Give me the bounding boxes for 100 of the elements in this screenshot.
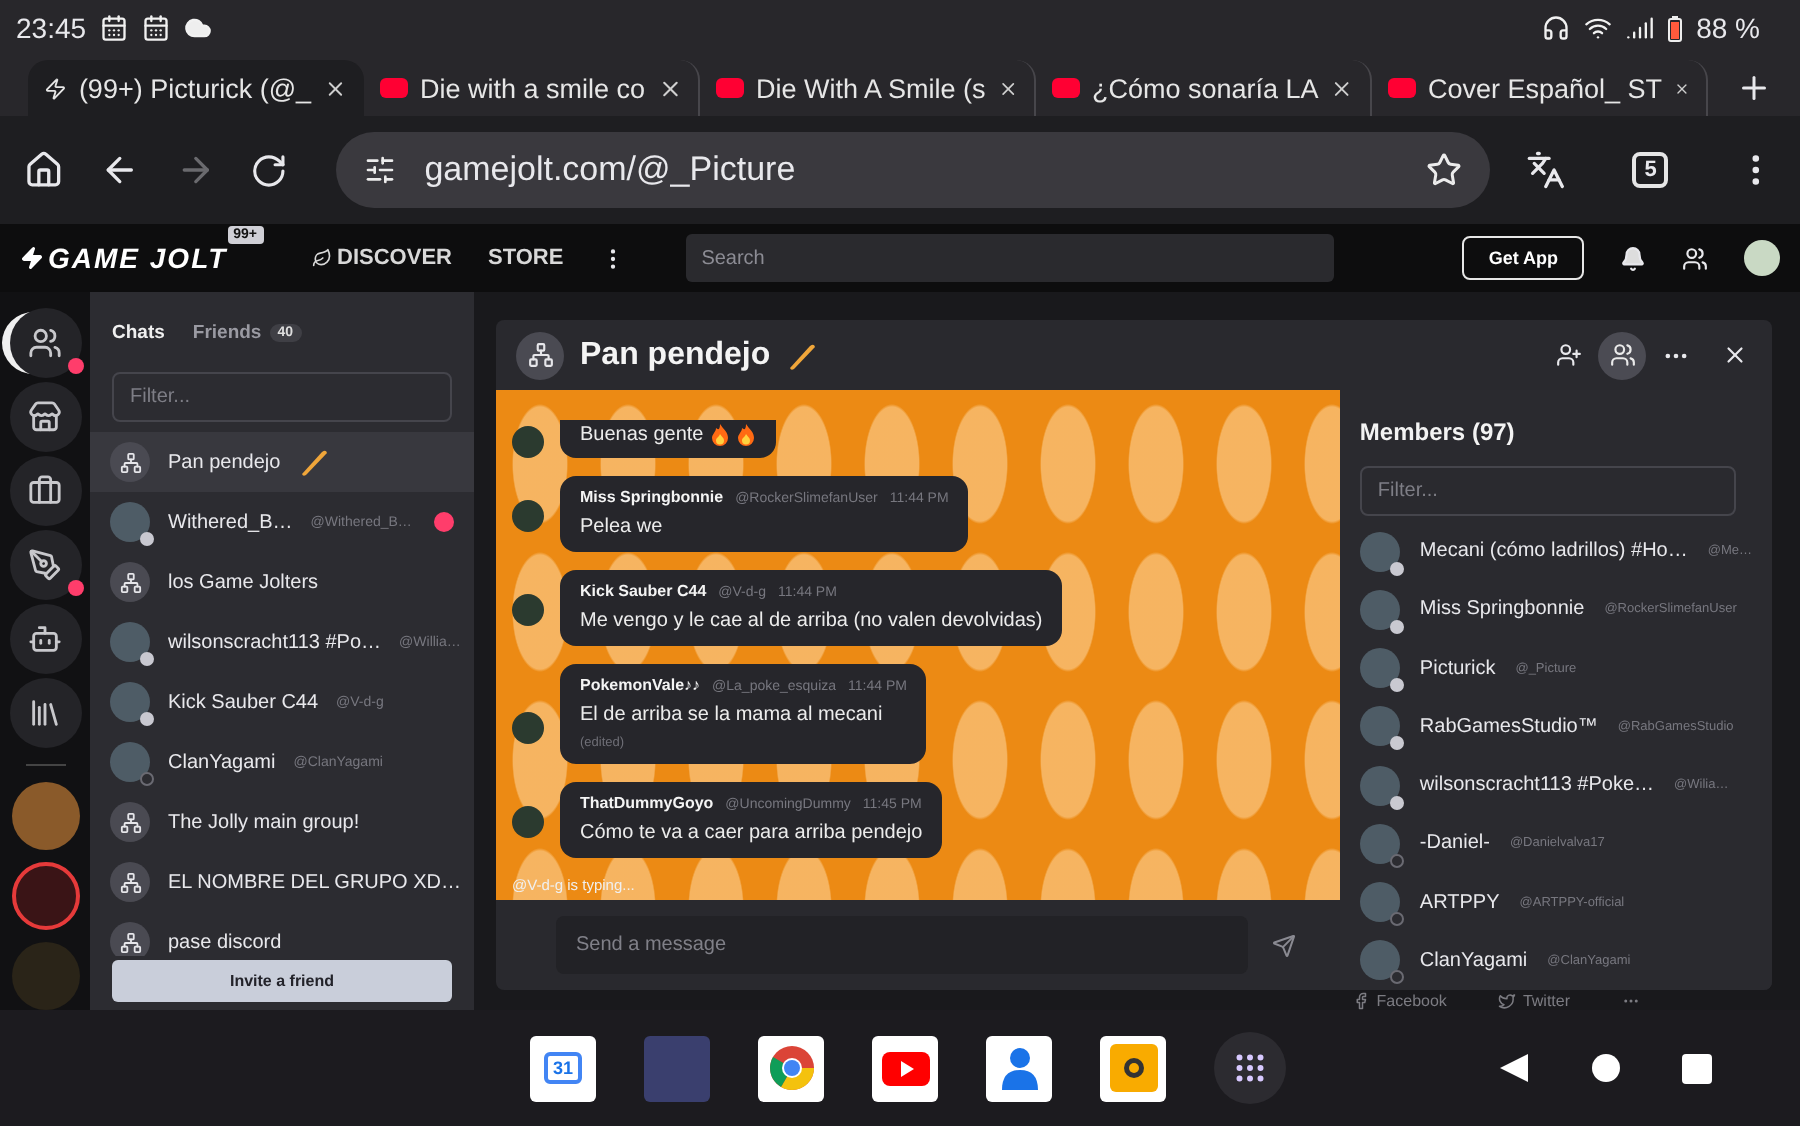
contacts-app-icon[interactable] [986,1035,1052,1101]
facebook-icon [1352,991,1371,1009]
store-link[interactable]: STORE [487,246,564,270]
chat-name: pase discord [168,931,282,953]
translate-icon[interactable] [1525,150,1565,190]
user-avatar [1359,531,1400,572]
library-icon [28,696,62,730]
people-icon[interactable] [1682,245,1708,271]
members-title: Members (97) [1357,418,1517,450]
user-avatar[interactable] [1744,240,1780,276]
leaf-icon [311,248,332,268]
people-icon [28,326,62,360]
footer-link[interactable]: Facebook [1352,991,1447,1009]
community-avatar[interactable] [11,861,79,930]
user-avatar [512,806,544,838]
browser-tab[interactable]: (99+) Picturick (@_ [28,60,364,116]
filter-field[interactable]: Filter... [1359,466,1736,516]
clock-time: 23:45 [16,12,87,44]
message-author: Kick Sauber C44 [580,582,707,600]
chat-name: EL NOMBRE DEL GRUPO XD… [168,871,462,893]
member-name: ARTPPY [1419,891,1500,914]
user-avatar [512,500,544,532]
sidebar-item[interactable] [9,456,81,526]
group-avatar [110,562,150,602]
recents-icon[interactable] [1682,1053,1712,1083]
user-avatar [110,682,150,722]
battery-icon [1668,15,1683,41]
user-avatar [1359,823,1400,864]
add-person-icon[interactable] [1556,342,1582,368]
discover-link[interactable]: DISCOVER [311,246,452,270]
user-avatar [1359,765,1400,806]
chat-list-item[interactable]: Pan pendejo [90,432,474,492]
pen-icon [28,548,62,582]
sidebar-item[interactable] [9,308,81,378]
message-text: Me vengo y le cae al de arriba (no valen devolvidas) [580,610,1043,632]
sidebar-item[interactable] [9,678,81,748]
invite-button[interactable]: Invite a friend [112,960,452,1002]
reload-icon[interactable] [250,151,289,189]
members-button[interactable] [1598,331,1646,379]
back-icon[interactable] [1498,1052,1530,1084]
footer-link[interactable]: Twitter [1498,991,1570,1009]
message-author: ThatDummyGoyo [580,794,714,812]
app-drawer-button[interactable] [1214,1032,1286,1104]
chat-list-item[interactable]: The Jolly main group! [90,792,474,852]
send-icon[interactable] [1271,933,1296,957]
sidebar-item[interactable] [9,382,81,452]
message-text: Buenas gente [580,424,704,446]
robot-icon [28,622,62,656]
wifi-icon [1584,14,1613,42]
url-text: gamejolt.com/@_Picture [424,150,796,190]
address-bar[interactable]: gamejolt.com/@_Picture [336,132,1490,208]
calendar-icon [100,14,129,42]
browser-app-icon[interactable] [758,1035,824,1101]
briefcase-icon [28,474,62,508]
message-input[interactable]: Send a message [556,916,1248,974]
member-name: RabGamesStudio™ [1419,715,1598,738]
chat-name: The Jolly main group! [168,811,360,833]
site-settings-icon[interactable] [364,154,397,186]
group-avatar [516,331,564,379]
calendar-app-icon[interactable]: 31 [530,1035,596,1101]
chat-list-item[interactable]: los Game Jolters [90,552,474,612]
get-app-button[interactable]: Get App [1462,236,1584,280]
bell-icon[interactable] [1620,245,1646,271]
user-avatar [1359,648,1400,689]
bookmark-star-icon[interactable] [1425,152,1462,188]
message-text: Pelea we [580,516,663,538]
store-icon [28,400,62,434]
chat-name: wilsonscracht113 #Po… [168,631,382,653]
sidebar-item[interactable] [9,604,81,674]
message-author: Miss Springbonnie [580,488,724,506]
group-avatar [110,862,150,902]
panel-tab[interactable]: Chats [112,321,165,343]
community-avatar[interactable] [11,781,79,850]
user-avatar [1359,589,1400,630]
user-avatar [110,622,150,662]
chat-name: ClanYagami [168,751,276,773]
lightning-icon [44,73,67,103]
chat-list-item[interactable]: pase discord [90,912,474,956]
user-avatar [512,594,544,626]
close-icon[interactable] [1722,342,1748,368]
dots-grid-icon [1232,1050,1268,1086]
tab-count[interactable]: 5 [1632,152,1669,188]
battery-percentage: 88 % [1696,12,1760,44]
people-icon [1609,342,1635,368]
chat-list-item[interactable]: EL NOMBRE DEL GRUPO XD… [90,852,474,912]
chat-title: Pan pendejo [580,337,771,373]
user-avatar [512,712,544,744]
search-field[interactable]: Search [685,234,1334,282]
camera-app-icon[interactable] [1100,1035,1166,1101]
headphones-icon [1542,14,1571,42]
site-logo[interactable]: GAME JOLT [48,242,228,274]
member-name: ClanYagami [1419,949,1528,972]
video-app-icon[interactable] [872,1035,938,1101]
chat-name: los Game Jolters [168,571,319,593]
user-avatar [1359,940,1400,981]
home-icon[interactable] [1590,1052,1622,1084]
home-icon[interactable] [24,150,64,190]
member-name: Miss Springbonnie [1419,598,1585,621]
member-name: Picturick [1419,657,1496,680]
sidebar-item[interactable] [9,530,81,600]
